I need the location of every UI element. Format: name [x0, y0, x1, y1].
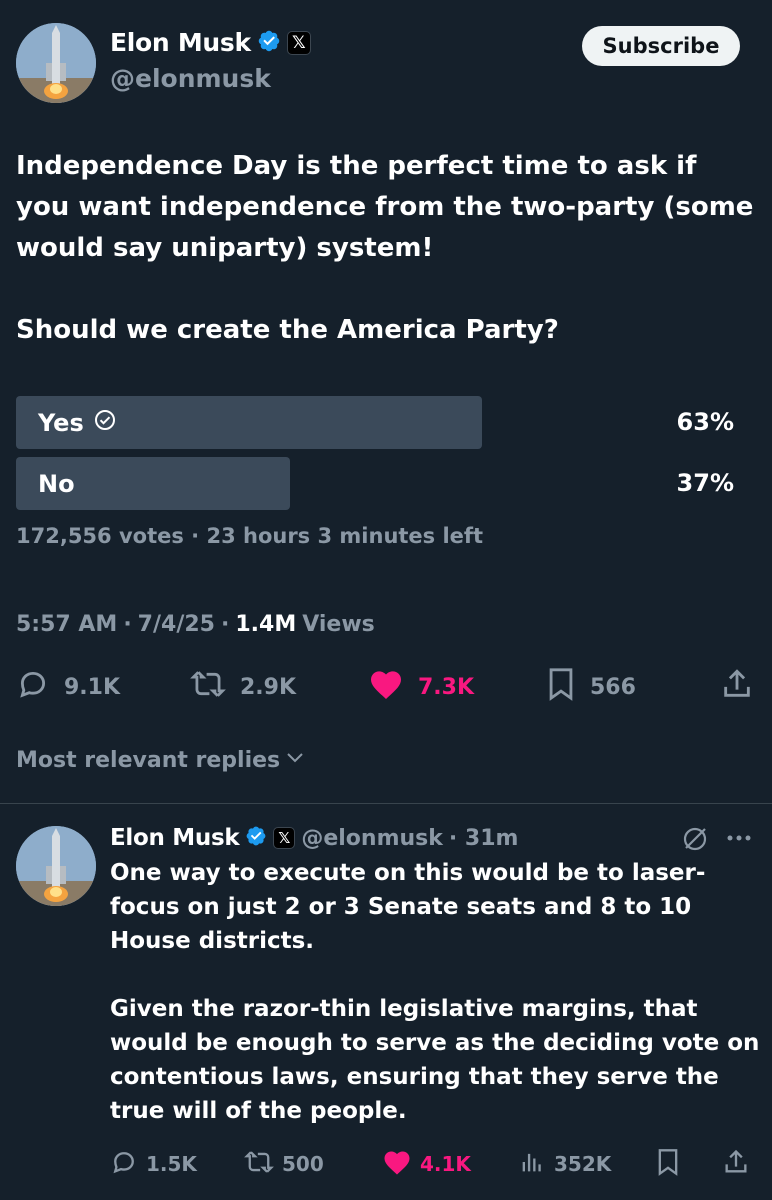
subscribe-button[interactable]: Subscribe	[582, 26, 740, 66]
repost-button[interactable]: 2.9K	[190, 668, 296, 706]
separator: ·	[123, 612, 132, 637]
like-button[interactable]: 7.3K	[368, 668, 474, 706]
rocket-icon	[16, 23, 96, 103]
replies-sort-label: Most relevant replies	[16, 747, 281, 773]
check-circle-icon	[94, 409, 116, 437]
reply-repost-count: 500	[282, 1152, 324, 1176]
reply-repost-button[interactable]: 500	[244, 1148, 324, 1180]
replies-sort-dropdown[interactable]: Most relevant replies	[16, 746, 306, 774]
reply-author-handle[interactable]: @elonmusk	[301, 826, 443, 851]
repost-icon	[190, 667, 226, 707]
reply-reply-count: 1.5K	[146, 1152, 197, 1176]
repost-count: 2.9K	[240, 674, 297, 700]
views-icon	[518, 1148, 546, 1181]
poll-percent-no: 37%	[676, 469, 734, 497]
reply-author-name[interactable]: Elon Musk	[110, 825, 240, 851]
x-logo-icon: 𝕏	[273, 827, 296, 849]
share-icon	[722, 1148, 750, 1181]
post-text: Independence Day is the perfect time to …	[16, 151, 754, 345]
rocket-icon	[16, 826, 96, 906]
reply-icon	[110, 1148, 138, 1181]
views-label: Views	[302, 612, 375, 637]
author-avatar[interactable]	[16, 23, 96, 103]
post-time[interactable]: 5:57 AM	[16, 612, 117, 637]
poll-option-label: Yes	[38, 408, 84, 437]
reply-bookmark-button[interactable]	[656, 1148, 680, 1180]
heart-icon	[368, 667, 404, 707]
verified-badge-icon	[245, 825, 267, 851]
reply-author-avatar[interactable]	[16, 826, 96, 906]
separator: ·	[220, 612, 230, 637]
reply-views-button[interactable]: 352K	[518, 1148, 611, 1180]
author-name[interactable]: Elon Musk	[110, 28, 251, 57]
author-handle[interactable]: @elonmusk	[110, 64, 271, 93]
reply-like-button[interactable]: 4.1K	[382, 1148, 471, 1180]
repost-icon	[244, 1148, 274, 1181]
reply-icon	[16, 667, 50, 707]
verified-badge-icon	[257, 29, 281, 57]
reply-text: One way to execute on this would be to l…	[110, 860, 760, 1124]
poll-percent-yes: 63%	[676, 408, 734, 436]
views-count: 1.4M	[235, 612, 297, 637]
reply-age[interactable]: · 31m	[449, 826, 519, 851]
grok-icon[interactable]	[680, 824, 710, 858]
reply-count: 9.1K	[64, 674, 121, 700]
poll-option-label: No	[38, 469, 75, 498]
share-icon	[720, 667, 754, 707]
bookmark-icon	[656, 1148, 680, 1181]
post-date[interactable]: 7/4/25	[138, 612, 215, 637]
like-count: 7.3K	[418, 674, 475, 700]
chevron-down-icon	[284, 746, 306, 774]
bookmark-icon	[546, 667, 576, 707]
poll-summary: 172,556 votes · 23 hours 3 minutes left	[16, 524, 484, 548]
reply-views-count: 352K	[554, 1152, 612, 1176]
share-button[interactable]	[720, 668, 754, 706]
reply-like-count: 4.1K	[420, 1152, 471, 1176]
reply-share-button[interactable]	[722, 1148, 750, 1180]
reply-reply-button[interactable]: 1.5K	[110, 1148, 197, 1180]
poll-option-yes[interactable]: Yes 63%	[16, 396, 756, 449]
reply-button[interactable]: 9.1K	[16, 668, 120, 706]
heart-icon	[382, 1148, 412, 1181]
bookmark-count: 566	[590, 674, 636, 700]
bookmark-button[interactable]: 566	[546, 668, 636, 706]
poll-option-no[interactable]: No 37%	[16, 457, 756, 510]
x-logo-icon: 𝕏	[286, 30, 311, 55]
divider	[0, 803, 772, 804]
more-icon[interactable]	[724, 826, 754, 854]
